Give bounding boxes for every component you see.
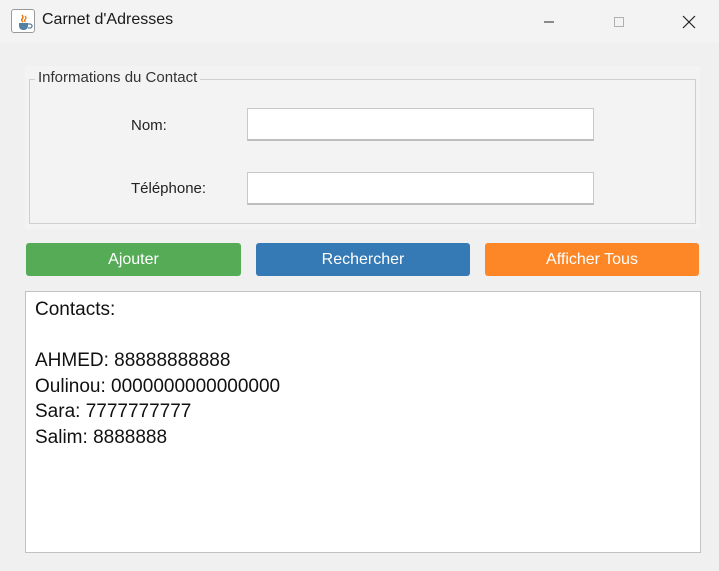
close-button[interactable] (666, 0, 712, 43)
title-bar: Carnet d'Adresses (0, 0, 719, 43)
add-button[interactable]: Ajouter (26, 243, 241, 276)
contacts-text-area[interactable]: Contacts: AHMED: 88888888888 Oulinou: 00… (25, 291, 701, 553)
contact-line: Salim: 8888888 (35, 426, 168, 448)
minimize-button[interactable] (526, 0, 572, 43)
show-all-button[interactable]: Afficher Tous (485, 243, 699, 276)
maximize-button[interactable] (596, 0, 642, 43)
contact-line: Sara: 7777777777 (35, 401, 192, 422)
phone-label: Téléphone: (131, 180, 207, 197)
app-window: Carnet d'Adresses Informations du Contac… (0, 0, 719, 571)
java-cup-icon (11, 9, 35, 33)
name-input[interactable] (247, 108, 594, 141)
phone-input[interactable] (247, 172, 594, 205)
name-label: Nom: (131, 117, 167, 134)
contact-line: AHMED: 88888888888 (35, 350, 231, 371)
search-button[interactable]: Rechercher (256, 243, 470, 276)
close-icon (682, 15, 696, 28)
contact-line: Oulinou: 0000000000000000 (35, 375, 281, 397)
contacts-header: Contacts: (35, 299, 116, 320)
contact-info-panel: Informations du Contact Nom: Téléphone: (25, 66, 700, 229)
maximize-icon (614, 16, 624, 27)
contact-info-legend: Informations du Contact (35, 69, 201, 86)
window-title: Carnet d'Adresses (42, 11, 174, 28)
minimize-icon (544, 21, 554, 22)
content-pane: Informations du Contact Nom: Téléphone: … (0, 43, 719, 571)
